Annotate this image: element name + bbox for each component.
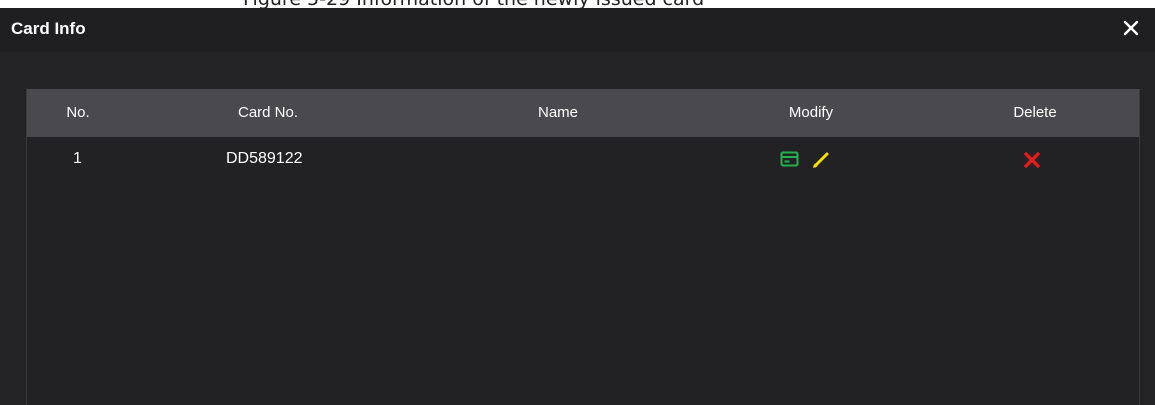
table-row: 1 DD589122: [27, 137, 1139, 181]
table-header: No. Card No. Name Modify Delete: [27, 89, 1139, 137]
column-header-no: No.: [66, 104, 90, 121]
dialog-titlebar: Card Info: [0, 8, 1155, 52]
column-header-delete: Delete: [1013, 104, 1057, 121]
figure-caption-text: Figure 5-29 Information of the newly iss…: [243, 0, 704, 8]
figure-caption: Figure 5-29 Information of the newly iss…: [0, 0, 1155, 8]
column-header-name: Name: [537, 104, 579, 121]
cell-card-no: DD589122: [226, 150, 303, 167]
close-icon[interactable]: [1120, 17, 1142, 39]
card-info-dialog: Card Info No. Card No. Name Modify Delet…: [0, 8, 1155, 405]
column-header-card-no: Card No.: [237, 104, 299, 121]
cell-no: 1: [73, 150, 82, 167]
delete-icon[interactable]: [1023, 151, 1041, 169]
dialog-title: Card Info: [11, 19, 86, 38]
card-details-icon[interactable]: [780, 151, 800, 169]
column-header-modify: Modify: [788, 104, 834, 121]
card-table: No. Card No. Name Modify Delete 1 DD5891…: [26, 89, 1140, 405]
pencil-icon[interactable]: [812, 151, 830, 169]
